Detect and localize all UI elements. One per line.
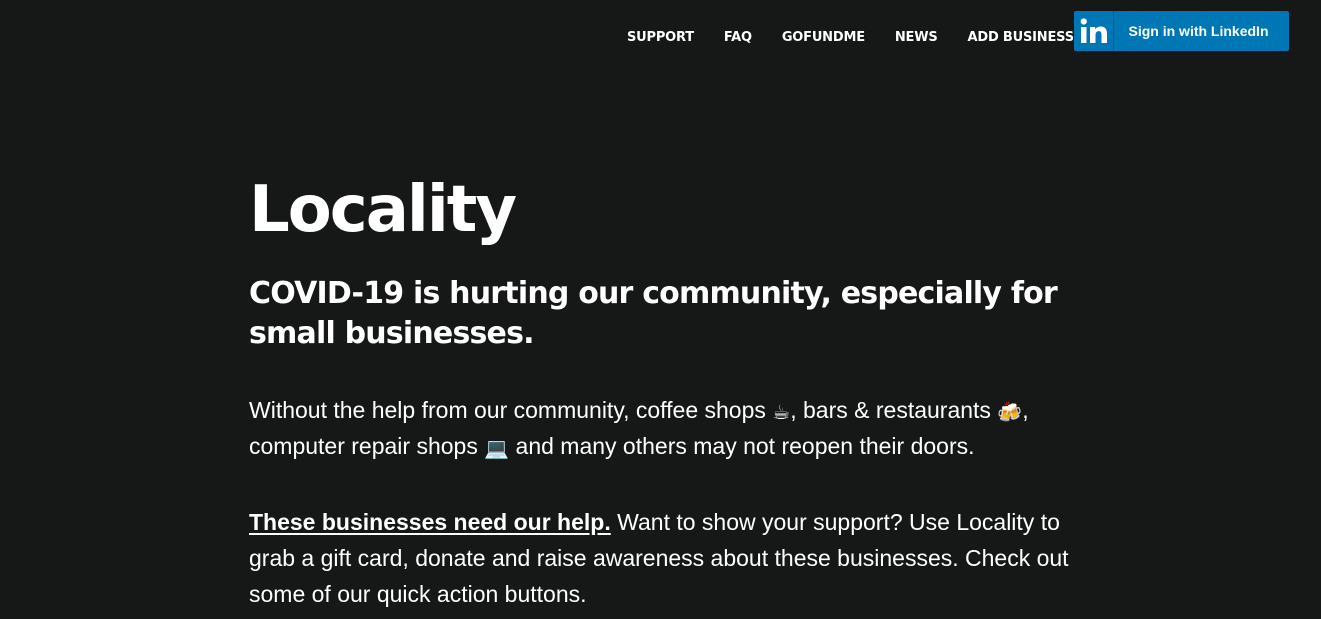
nav-link-support[interactable]: SUPPORT — [627, 30, 694, 45]
hero-section: Locality COVID-19 is hurting our communi… — [249, 170, 1119, 612]
beer-mugs-icon: 🍻 — [997, 400, 1023, 424]
laptop-icon: 💻 — [484, 436, 510, 460]
intro-text-4: and many others may not reopen their doo… — [509, 433, 975, 459]
tagline: COVID-19 is hurting our community, espec… — [249, 276, 1058, 351]
coffee-icon: ☕ — [772, 400, 791, 424]
nav-link-news[interactable]: NEWS — [895, 30, 938, 45]
nav-link-faq[interactable]: FAQ — [724, 30, 752, 45]
support-paragraph: These businesses need our help. Want to … — [249, 504, 1109, 612]
nav-link-gofundme[interactable]: GOFUNDME — [782, 30, 865, 45]
intro-text-2: , bars & restaurants — [790, 397, 998, 423]
linkedin-button-label: Sign in with LinkedIn — [1128, 23, 1269, 39]
page: SUPPORT FAQ GOFUNDME NEWS ADD BUSINESS S… — [0, 0, 1321, 619]
intro-paragraph: Without the help from our community, cof… — [249, 392, 1109, 464]
top-navigation: SUPPORT FAQ GOFUNDME NEWS ADD BUSINESS S… — [0, 0, 1321, 74]
sign-in-with-linkedin-button[interactable]: Sign in with LinkedIn — [1074, 11, 1289, 51]
intro-text-1: Without the help from our community, cof… — [249, 397, 773, 423]
nav-link-add-business[interactable]: ADD BUSINESS — [968, 30, 1075, 45]
linkedin-icon — [1074, 11, 1114, 51]
site-title: Locality — [249, 173, 517, 247]
businesses-need-help-link[interactable]: These businesses need our help. — [249, 509, 611, 535]
nav-links: SUPPORT FAQ GOFUNDME NEWS ADD BUSINESS — [627, 28, 1074, 46]
